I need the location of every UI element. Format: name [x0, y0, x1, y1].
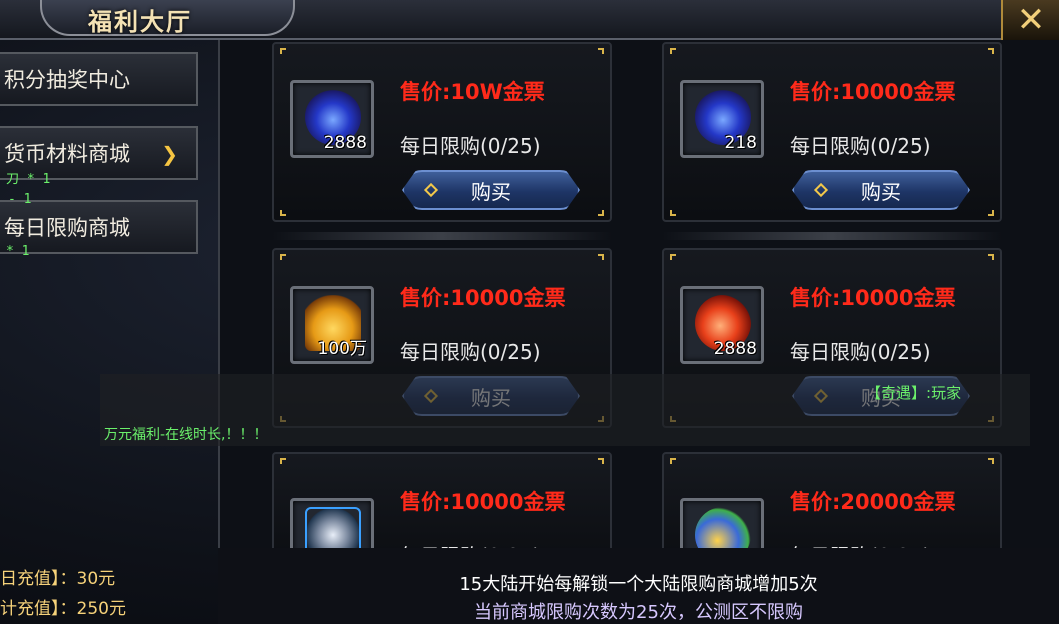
item-price: 售价:10000金票 — [790, 80, 956, 104]
system-chat-line: 【奇遇】:玩家 — [866, 382, 961, 403]
window-title: 福利大厅 — [88, 8, 192, 36]
notice-line-1: 15大陆开始每解锁一个大陆限购商城增加5次 — [459, 574, 818, 595]
item-price: 售价:20000金票 — [790, 490, 956, 514]
notice-panel: 15大陆开始每解锁一个大陆限购商城增加5次 当前商城限购次数为25次，公测区不限… — [218, 548, 1059, 624]
item-slot[interactable]: 100万 — [290, 286, 374, 364]
item-slot[interactable]: 218 — [680, 80, 764, 158]
buy-button-label: 购买 — [471, 179, 511, 204]
shop-item-card: 售价:10000金票 每日限购(0/25) — [272, 452, 612, 562]
system-chat-tail: :玩家 — [926, 384, 962, 402]
sidebar-item-points-lottery[interactable]: 积分抽奖中心 — [0, 52, 198, 106]
divider — [662, 232, 1002, 240]
notice-line-2: 当前商城限购次数为25次，公测区不限购 — [474, 602, 803, 623]
total-recharge-text: 计充值】：250元 — [0, 599, 126, 619]
chat-fragment: 刀 * 1 — [6, 172, 51, 187]
item-daily-limit: 每日限购(0/25) — [790, 134, 931, 158]
shop-item-card: 218 售价:10000金票 每日限购(0/25) 购买 — [662, 42, 1002, 222]
sidebar-item-label: 积分抽奖中心 — [4, 68, 130, 92]
chat-fragment: * 1 — [6, 244, 30, 259]
system-chat-tag: 【奇遇】 — [866, 384, 927, 402]
close-icon: ✕ — [1016, 0, 1046, 40]
shop-item-card: 售价:20000金票 每日限购(0/25) — [662, 452, 1002, 562]
item-count: 2888 — [323, 133, 367, 153]
item-count: 2888 — [713, 339, 757, 359]
item-daily-limit: 每日限购(0/25) — [400, 134, 541, 158]
title-bar: 福利大厅 ✕ — [0, 0, 1059, 40]
item-price: 售价:10000金票 — [400, 490, 566, 514]
divider — [272, 232, 612, 240]
item-slot[interactable]: 2888 — [290, 80, 374, 158]
daily-recharge-text: 日充值】：30元 — [0, 569, 116, 589]
item-count: 218 — [724, 133, 757, 153]
shop-item-card: 2888 售价:10W金票 每日限购(0/25) 购买 — [272, 42, 612, 222]
chevron-right-icon: ❯ — [161, 142, 178, 166]
close-button[interactable]: ✕ — [1001, 0, 1059, 40]
diamond-icon — [423, 182, 439, 198]
item-daily-limit: 每日限购(0/25) — [790, 340, 931, 364]
buy-button-label: 购买 — [861, 179, 901, 204]
item-count: 100万 — [317, 339, 367, 359]
sidebar-item-label: 每日限购商城 — [4, 216, 130, 240]
system-chat-message: 万元福利-在线时长,！！！ — [104, 427, 268, 443]
buy-button[interactable]: 购买 — [792, 170, 970, 210]
buy-button[interactable]: 购买 — [402, 170, 580, 210]
sidebar-item-daily-limited-shop[interactable]: 每日限购商城 — [0, 200, 198, 254]
diamond-icon — [813, 182, 829, 198]
item-daily-limit: 每日限购(0/25) — [400, 340, 541, 364]
item-slot[interactable]: 2888 — [680, 286, 764, 364]
chat-fragment: - 1 — [8, 192, 32, 207]
item-price: 售价:10000金票 — [400, 286, 566, 310]
item-price: 售价:10W金票 — [400, 80, 545, 104]
item-price: 售价:10000金票 — [790, 286, 956, 310]
sidebar-item-label: 货币材料商城 — [4, 142, 130, 166]
